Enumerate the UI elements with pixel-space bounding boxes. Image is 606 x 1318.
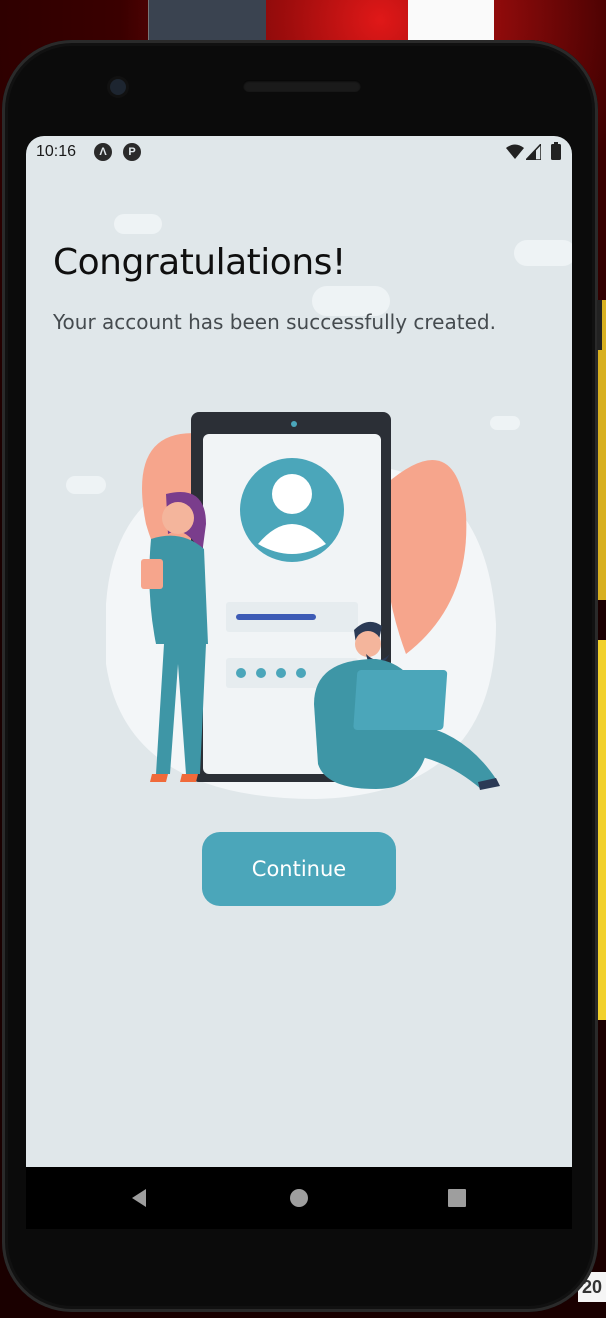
back-button[interactable]	[109, 1167, 171, 1229]
home-button[interactable]	[268, 1167, 330, 1229]
page-title: Congratulations!	[53, 242, 346, 283]
wifi-icon	[506, 144, 524, 159]
earpiece-speaker	[243, 80, 361, 92]
back-icon	[132, 1189, 146, 1207]
front-camera	[110, 79, 126, 95]
volume-button	[597, 300, 602, 350]
continue-button[interactable]: Continue	[202, 832, 396, 906]
recents-icon	[448, 1189, 466, 1207]
android-a-icon: Λ	[94, 143, 112, 161]
backdrop-window-thumbnail	[148, 0, 266, 42]
account-created-illustration	[106, 412, 500, 799]
app-screen: 10:16 Λ P Congratulations! Your account …	[26, 136, 572, 1167]
user-avatar-icon	[240, 458, 344, 562]
battery-icon	[551, 142, 561, 160]
status-bar: 10:16 Λ P	[26, 136, 572, 168]
cloud-decoration	[514, 240, 572, 266]
backdrop-document-icon	[408, 0, 494, 44]
signal-icon	[526, 144, 541, 160]
cloud-decoration	[114, 214, 162, 234]
home-icon	[290, 1189, 308, 1207]
android-p-icon: P	[123, 143, 141, 161]
success-message: Your account has been successfully creat…	[53, 310, 496, 334]
status-time: 10:16	[36, 143, 77, 160]
recents-button[interactable]	[426, 1167, 488, 1229]
android-nav-bar	[26, 1167, 572, 1229]
